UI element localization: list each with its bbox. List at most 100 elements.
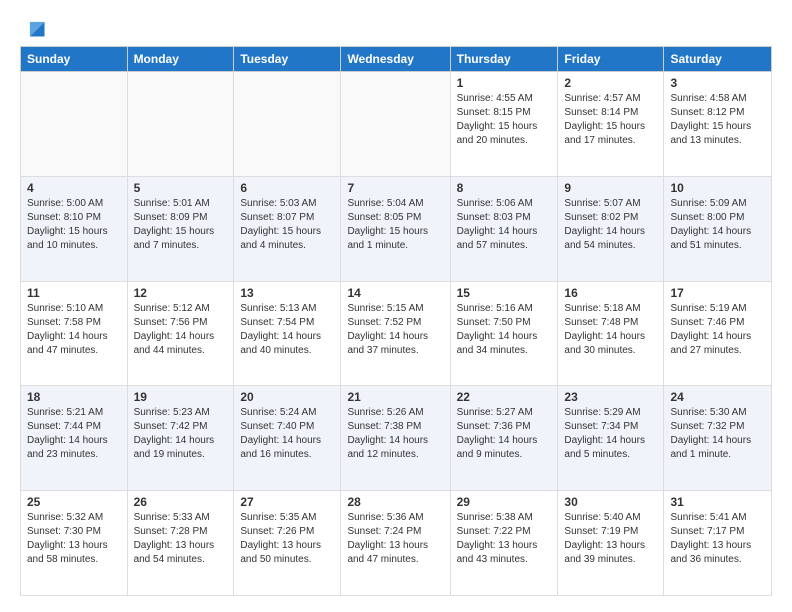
day-number: 14 (347, 286, 443, 300)
day-cell: 27Sunrise: 5:35 AM Sunset: 7:26 PM Dayli… (234, 491, 341, 596)
day-cell: 15 Sunrise: 5:16 AM Sunset: 7:50 PM Dayli… (450, 281, 558, 386)
day-info: Sunrise: 5:21 AM Sunset: 7:44 PM Dayligh… (27, 406, 121, 462)
day-info: Sunrise: 5:12 AM Sunset: 7:56 PM Dayligh… (134, 302, 228, 358)
day-number: 1 (457, 76, 552, 90)
day-cell (341, 72, 450, 177)
day-header-saturday: Saturday (664, 47, 772, 72)
day-cell: 22 Sunrise: 5:27 AM Sunset: 7:36 PM Dayli… (450, 386, 558, 491)
day-info: Sunrise: 5:04 AM Sunset: 8:05 PM Dayligh… (347, 197, 443, 253)
day-cell (21, 72, 128, 177)
day-number: 29 (457, 495, 552, 509)
day-cell: 26 Sunrise: 5:33 AM Sunset: 7:28 PM Dayli… (127, 491, 234, 596)
day-cell: 5Sunrise: 5:01 AM Sunset: 8:09 PM Daylig… (127, 176, 234, 281)
day-cell: 30 Sunrise: 5:40 AM Sunset: 7:19 PM Dayli… (558, 491, 664, 596)
day-number: 23 (564, 390, 657, 404)
day-cell: 23 Sunrise: 5:29 AM Sunset: 7:34 PM Dayli… (558, 386, 664, 491)
logo (20, 16, 46, 38)
day-cell: 24 Sunrise: 5:30 AM Sunset: 7:32 PM Dayli… (664, 386, 772, 491)
day-info: Sunrise: 5:03 AM Sunset: 8:07 PM Dayligh… (240, 197, 334, 253)
day-cell: 3 Sunrise: 4:58 AM Sunset: 8:12 PM Daylig… (664, 72, 772, 177)
day-cell: 12 Sunrise: 5:12 AM Sunset: 7:56 PM Dayli… (127, 281, 234, 386)
day-info: Sunrise: 5:13 AM Sunset: 7:54 PM Dayligh… (240, 302, 334, 358)
day-cell: 1Sunrise: 4:55 AM Sunset: 8:15 PM Daylig… (450, 72, 558, 177)
day-header-tuesday: Tuesday (234, 47, 341, 72)
day-info: Sunrise: 5:06 AM Sunset: 8:03 PM Dayligh… (457, 197, 552, 253)
day-header-monday: Monday (127, 47, 234, 72)
day-number: 25 (27, 495, 121, 509)
day-number: 21 (347, 390, 443, 404)
day-info: Sunrise: 4:57 AM Sunset: 8:14 PM Dayligh… (564, 92, 657, 148)
day-info: Sunrise: 5:18 AM Sunset: 7:48 PM Dayligh… (564, 302, 657, 358)
week-row-1: 1Sunrise: 4:55 AM Sunset: 8:15 PM Daylig… (21, 72, 772, 177)
week-row-3: 11 Sunrise: 5:10 AM Sunset: 7:58 PM Dayli… (21, 281, 772, 386)
calendar-table: SundayMondayTuesdayWednesdayThursdayFrid… (20, 46, 772, 596)
day-cell: 7Sunrise: 5:04 AM Sunset: 8:05 PM Daylig… (341, 176, 450, 281)
day-info: Sunrise: 5:40 AM Sunset: 7:19 PM Dayligh… (564, 511, 657, 567)
day-number: 9 (564, 181, 657, 195)
day-number: 18 (27, 390, 121, 404)
day-cell: 4Sunrise: 5:00 AM Sunset: 8:10 PM Daylig… (21, 176, 128, 281)
week-row-4: 18 Sunrise: 5:21 AM Sunset: 7:44 PM Dayli… (21, 386, 772, 491)
day-number: 15 (457, 286, 552, 300)
day-cell: 31Sunrise: 5:41 AM Sunset: 7:17 PM Dayli… (664, 491, 772, 596)
day-number: 12 (134, 286, 228, 300)
day-info: Sunrise: 5:30 AM Sunset: 7:32 PM Dayligh… (670, 406, 765, 462)
page: SundayMondayTuesdayWednesdayThursdayFrid… (0, 0, 792, 612)
week-row-5: 25 Sunrise: 5:32 AM Sunset: 7:30 PM Dayli… (21, 491, 772, 596)
day-cell: 25 Sunrise: 5:32 AM Sunset: 7:30 PM Dayli… (21, 491, 128, 596)
day-number: 28 (347, 495, 443, 509)
logo-icon (24, 16, 46, 38)
day-number: 4 (27, 181, 121, 195)
day-info: Sunrise: 5:16 AM Sunset: 7:50 PM Dayligh… (457, 302, 552, 358)
day-info: Sunrise: 5:15 AM Sunset: 7:52 PM Dayligh… (347, 302, 443, 358)
day-number: 6 (240, 181, 334, 195)
day-info: Sunrise: 5:36 AM Sunset: 7:24 PM Dayligh… (347, 511, 443, 567)
day-cell (234, 72, 341, 177)
day-header-thursday: Thursday (450, 47, 558, 72)
day-cell: 13 Sunrise: 5:13 AM Sunset: 7:54 PM Dayli… (234, 281, 341, 386)
day-number: 27 (240, 495, 334, 509)
day-number: 13 (240, 286, 334, 300)
day-number: 5 (134, 181, 228, 195)
day-number: 22 (457, 390, 552, 404)
day-info: Sunrise: 5:33 AM Sunset: 7:28 PM Dayligh… (134, 511, 228, 567)
day-cell: 9 Sunrise: 5:07 AM Sunset: 8:02 PM Daylig… (558, 176, 664, 281)
day-number: 11 (27, 286, 121, 300)
day-info: Sunrise: 5:07 AM Sunset: 8:02 PM Dayligh… (564, 197, 657, 253)
day-cell: 11 Sunrise: 5:10 AM Sunset: 7:58 PM Dayli… (21, 281, 128, 386)
day-number: 3 (670, 76, 765, 90)
day-cell: 29 Sunrise: 5:38 AM Sunset: 7:22 PM Dayli… (450, 491, 558, 596)
day-number: 24 (670, 390, 765, 404)
day-cell: 21 Sunrise: 5:26 AM Sunset: 7:38 PM Dayli… (341, 386, 450, 491)
day-number: 30 (564, 495, 657, 509)
day-number: 10 (670, 181, 765, 195)
day-header-friday: Friday (558, 47, 664, 72)
day-number: 16 (564, 286, 657, 300)
header (20, 16, 772, 38)
day-cell: 18 Sunrise: 5:21 AM Sunset: 7:44 PM Dayli… (21, 386, 128, 491)
day-info: Sunrise: 5:09 AM Sunset: 8:00 PM Dayligh… (670, 197, 765, 253)
day-info: Sunrise: 5:41 AM Sunset: 7:17 PM Dayligh… (670, 511, 765, 567)
day-info: Sunrise: 5:23 AM Sunset: 7:42 PM Dayligh… (134, 406, 228, 462)
day-info: Sunrise: 5:24 AM Sunset: 7:40 PM Dayligh… (240, 406, 334, 462)
day-info: Sunrise: 5:38 AM Sunset: 7:22 PM Dayligh… (457, 511, 552, 567)
day-info: Sunrise: 5:26 AM Sunset: 7:38 PM Dayligh… (347, 406, 443, 462)
day-cell: 8Sunrise: 5:06 AM Sunset: 8:03 PM Daylig… (450, 176, 558, 281)
day-info: Sunrise: 5:29 AM Sunset: 7:34 PM Dayligh… (564, 406, 657, 462)
day-cell: 10 Sunrise: 5:09 AM Sunset: 8:00 PM Dayli… (664, 176, 772, 281)
day-cell: 20Sunrise: 5:24 AM Sunset: 7:40 PM Dayli… (234, 386, 341, 491)
day-cell (127, 72, 234, 177)
day-cell: 2 Sunrise: 4:57 AM Sunset: 8:14 PM Daylig… (558, 72, 664, 177)
day-cell: 17Sunrise: 5:19 AM Sunset: 7:46 PM Dayli… (664, 281, 772, 386)
day-number: 26 (134, 495, 228, 509)
day-cell: 14 Sunrise: 5:15 AM Sunset: 7:52 PM Dayli… (341, 281, 450, 386)
day-number: 2 (564, 76, 657, 90)
day-info: Sunrise: 5:27 AM Sunset: 7:36 PM Dayligh… (457, 406, 552, 462)
day-info: Sunrise: 5:19 AM Sunset: 7:46 PM Dayligh… (670, 302, 765, 358)
day-info: Sunrise: 4:58 AM Sunset: 8:12 PM Dayligh… (670, 92, 765, 148)
day-info: Sunrise: 5:32 AM Sunset: 7:30 PM Dayligh… (27, 511, 121, 567)
day-cell: 19Sunrise: 5:23 AM Sunset: 7:42 PM Dayli… (127, 386, 234, 491)
week-row-2: 4Sunrise: 5:00 AM Sunset: 8:10 PM Daylig… (21, 176, 772, 281)
day-info: Sunrise: 5:10 AM Sunset: 7:58 PM Dayligh… (27, 302, 121, 358)
header-row: SundayMondayTuesdayWednesdayThursdayFrid… (21, 47, 772, 72)
